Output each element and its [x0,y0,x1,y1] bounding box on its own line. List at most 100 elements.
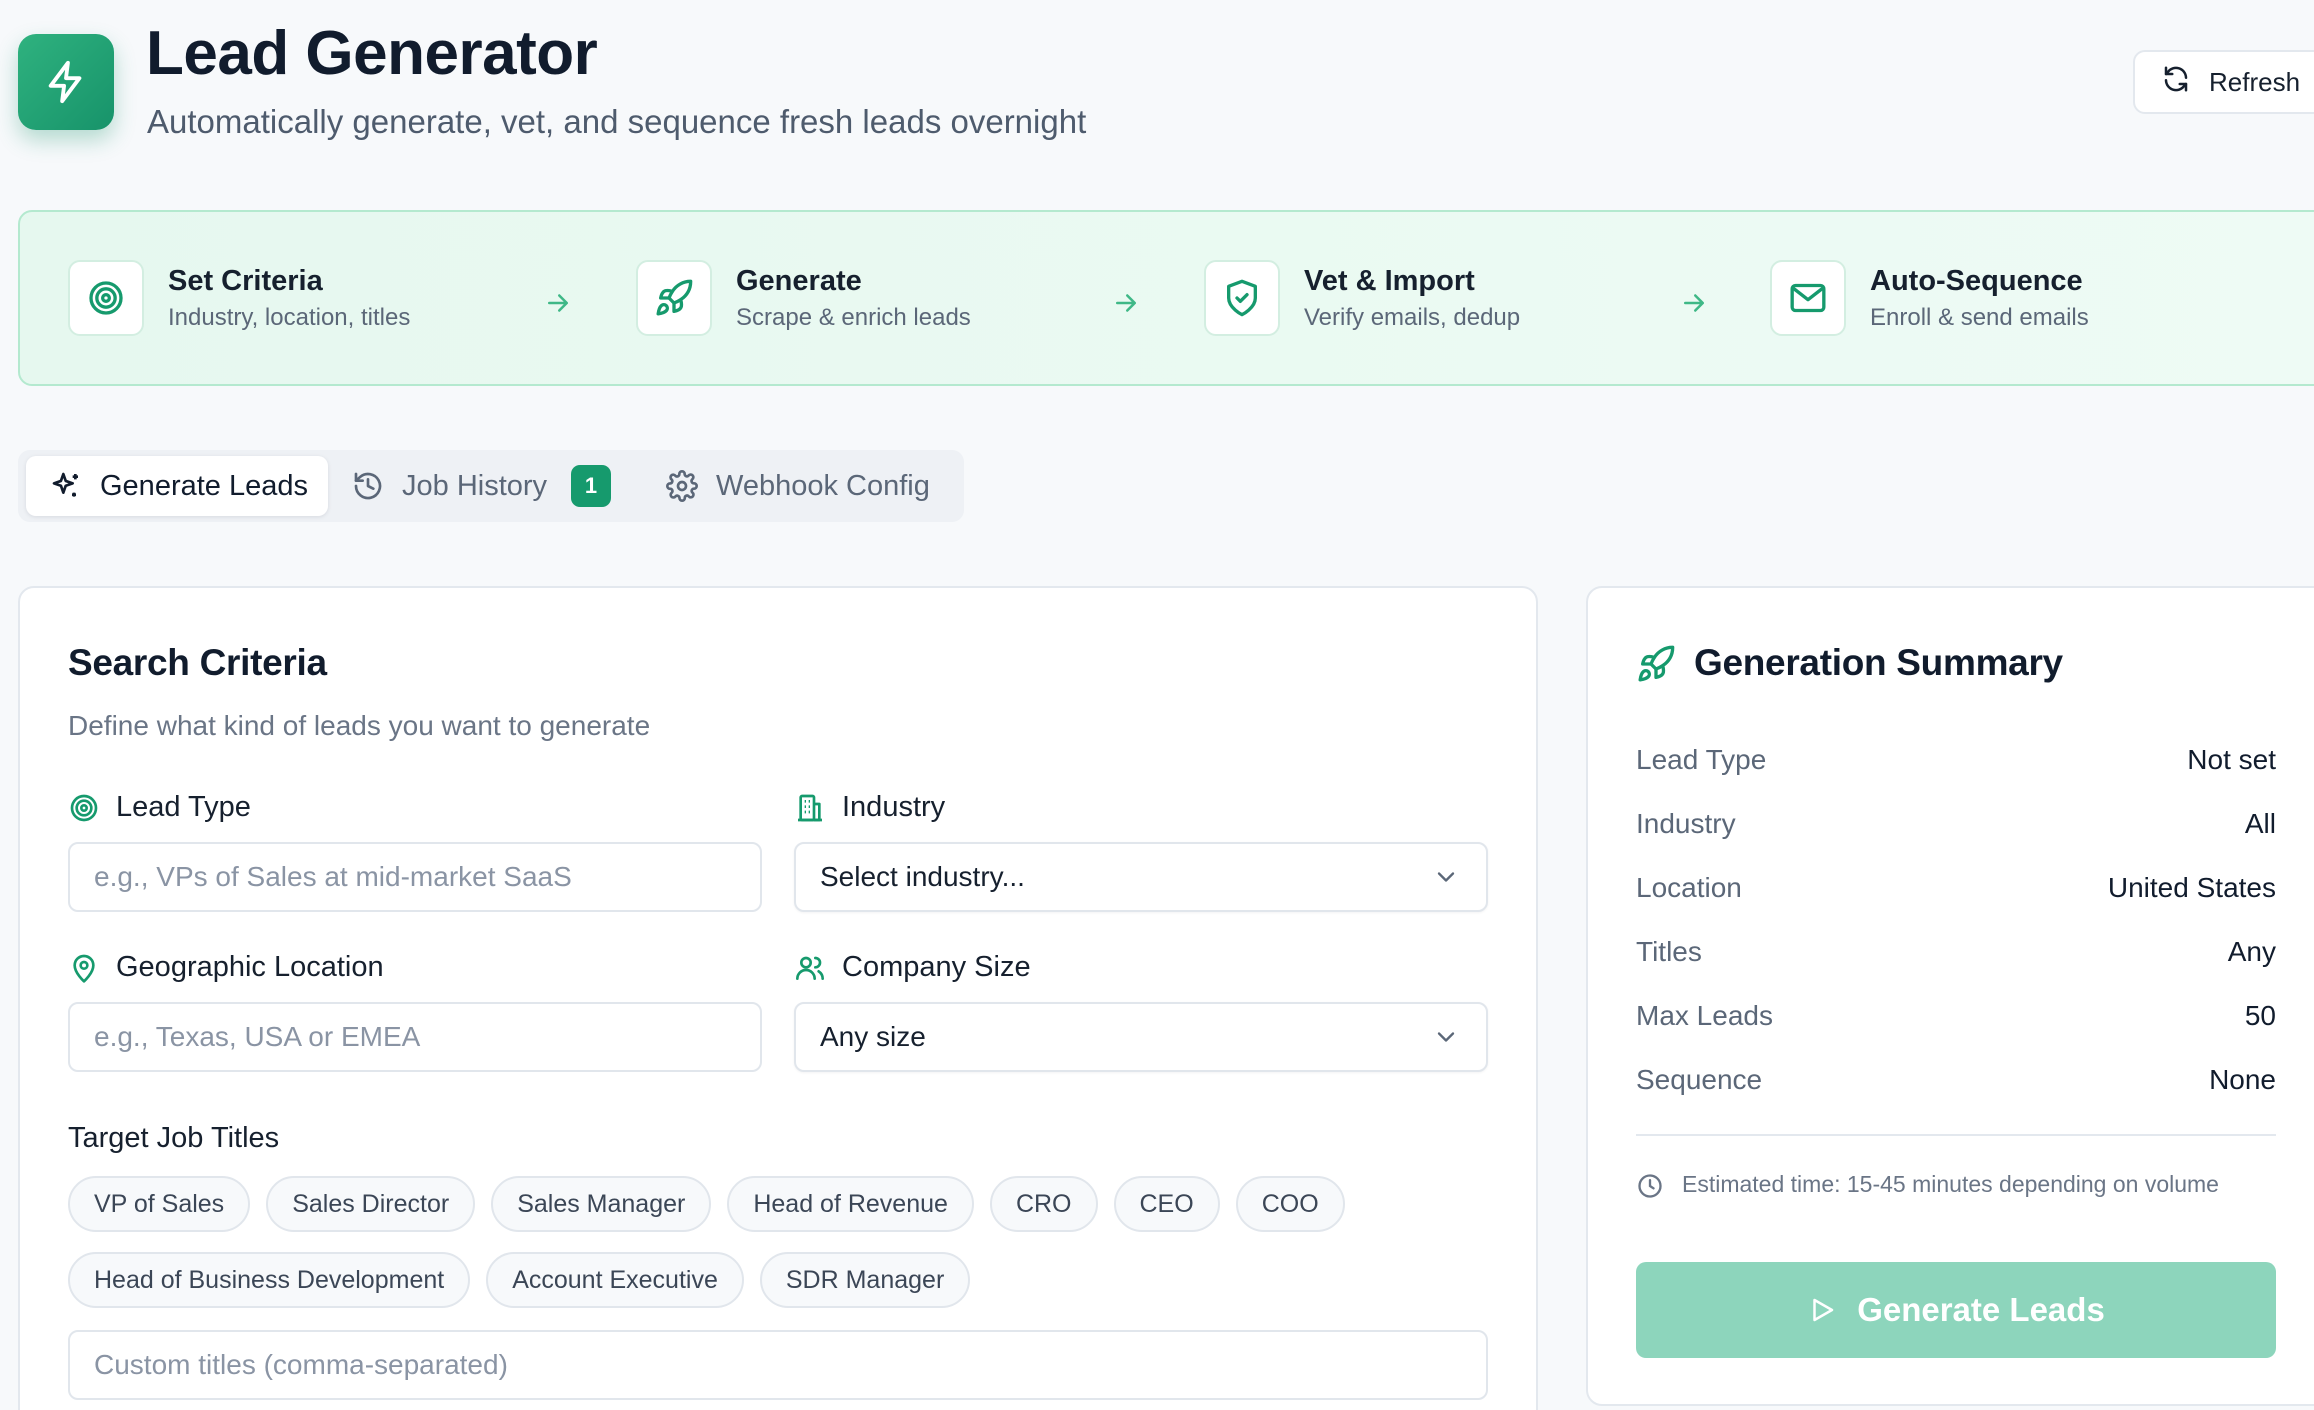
chip-row: Head of Business Development Account Exe… [68,1252,1508,1308]
tab-label: Generate Leads [100,469,308,502]
history-icon [352,470,384,502]
estimated-time-text: Estimated time: 15-45 minutes depending … [1682,1171,2219,1197]
workflow-step-set-criteria: Set Criteria Industry, location, titles [68,260,410,336]
job-title-chip[interactable]: Account Executive [486,1252,744,1308]
lead-type-input[interactable] [68,842,762,912]
lightning-bolt-icon [18,34,114,130]
card-title: Search Criteria [68,642,327,683]
step-description: Verify emails, dedup [1304,303,1521,331]
location-input[interactable] [68,1002,762,1072]
summary-key: Industry [1636,808,1736,839]
job-title-chip[interactable]: Head of Revenue [727,1176,974,1232]
chevron-down-icon [1432,863,1460,891]
summary-value: Not set [2187,744,2276,775]
summary-row-max-leads: Max Leads 50 [1636,1000,2276,1032]
clock-icon [1636,1172,1664,1200]
field-label-text: Lead Type [116,791,251,823]
field-label-text: Industry [842,791,946,823]
arrow-right-icon [543,288,573,323]
summary-key: Max Leads [1636,1000,1773,1031]
chip-row: VP of Sales Sales Director Sales Manager… [68,1176,1508,1232]
generate-leads-button[interactable]: Generate Leads [1636,1262,2276,1358]
tab-label: Webhook Config [716,469,930,502]
company-size-select[interactable]: Any size [794,1002,1488,1072]
refresh-icon [2161,64,2191,101]
step-title: Vet & Import [1304,264,1475,297]
company-size-label: Company Size [794,951,1031,984]
generation-summary-card: Generation Summary Lead Type Not set Ind… [1586,586,2314,1406]
workflow-step-vet-import: Vet & Import Verify emails, dedup [1204,260,1520,336]
target-icon [68,792,100,824]
workflow-steps-banner: Set Criteria Industry, location, titles … [18,210,2314,386]
field-label-text: Company Size [842,951,1031,983]
generate-leads-label: Generate Leads [1857,1291,2105,1328]
job-title-chip[interactable]: CRO [989,1176,1098,1232]
workflow-step-generate: Generate Scrape & enrich leads [636,260,971,336]
card-title: Generation Summary [1694,642,2063,683]
refresh-button[interactable]: Refresh [2133,50,2314,114]
users-icon [794,952,826,984]
workflow-step-auto-sequence: Auto-Sequence Enroll & send emails [1770,260,2089,336]
play-icon [1807,1295,1837,1325]
summary-key: Lead Type [1636,744,1767,775]
shield-check-icon [1204,260,1280,336]
job-title-chip[interactable]: SDR Manager [759,1252,971,1308]
custom-titles-input[interactable] [68,1330,1488,1400]
job-title-chip[interactable]: CEO [1113,1176,1220,1232]
refresh-label: Refresh [2209,66,2301,97]
summary-value: 50 [2244,1000,2276,1031]
estimated-time: Estimated time: 15-45 minutes depending … [1636,1168,2276,1200]
job-title-chip[interactable]: VP of Sales [68,1176,251,1232]
chevron-down-icon [1432,1023,1460,1051]
location-label: Geographic Location [68,951,384,984]
mail-icon [1770,260,1846,336]
lead-type-label: Lead Type [68,791,251,824]
rocket-icon [1636,644,1676,689]
tab-webhook-config[interactable]: Webhook Config [666,456,956,516]
step-title: Generate [736,264,862,297]
summary-value: None [2209,1064,2276,1095]
target-icon [68,260,144,336]
job-titles-label: Target Job Titles [68,1122,280,1154]
rocket-icon [636,260,712,336]
divider [1636,1134,2276,1136]
summary-key: Sequence [1636,1064,1763,1095]
industry-selected-value: Select industry... [820,861,1025,892]
step-description: Scrape & enrich leads [736,303,971,331]
summary-row-location: Location United States [1636,872,2276,904]
job-title-chip[interactable]: Sales Director [266,1176,476,1232]
map-pin-icon [68,952,100,984]
arrow-right-icon [1679,288,1709,323]
summary-value: United States [2107,872,2276,903]
summary-value: All [2244,808,2276,839]
step-title: Set Criteria [168,264,323,297]
page-subtitle: Automatically generate, vet, and sequenc… [147,103,1087,140]
field-label-text: Geographic Location [116,951,384,983]
search-criteria-card: Search Criteria Define what kind of lead… [18,586,1538,1410]
card-description: Define what kind of leads you want to ge… [68,710,651,741]
summary-row-industry: Industry All [1636,808,2276,840]
job-title-chips: VP of Sales Sales Director Sales Manager… [68,1176,1508,1328]
job-title-chip[interactable]: Sales Manager [491,1176,712,1232]
industry-select[interactable]: Select industry... [794,842,1488,912]
tab-bar: Generate Leads Job History 1 Webhook Con… [18,450,964,522]
industry-label: Industry [794,791,945,824]
building-icon [794,792,826,824]
summary-row-lead-type: Lead Type Not set [1636,744,2276,776]
step-title: Auto-Sequence [1870,264,2083,297]
arrow-right-icon [1111,288,1141,323]
job-title-chip[interactable]: COO [1235,1176,1345,1232]
summary-key: Titles [1636,936,1702,967]
step-description: Industry, location, titles [168,303,411,331]
summary-row-sequence: Sequence None [1636,1064,2276,1096]
sparkles-icon [50,470,82,502]
summary-value: Any [2227,936,2276,967]
page-title: Lead Generator [146,19,598,88]
tab-generate-leads[interactable]: Generate Leads [26,456,328,516]
tab-job-history[interactable]: Job History 1 [352,456,642,516]
summary-row-titles: Titles Any [1636,936,2276,968]
gear-icon [666,470,698,502]
job-title-chip[interactable]: Head of Business Development [68,1252,471,1308]
tab-label: Job History [402,469,548,502]
lead-generator-page: Lead Generator Automatically generate, v… [0,0,2314,1410]
